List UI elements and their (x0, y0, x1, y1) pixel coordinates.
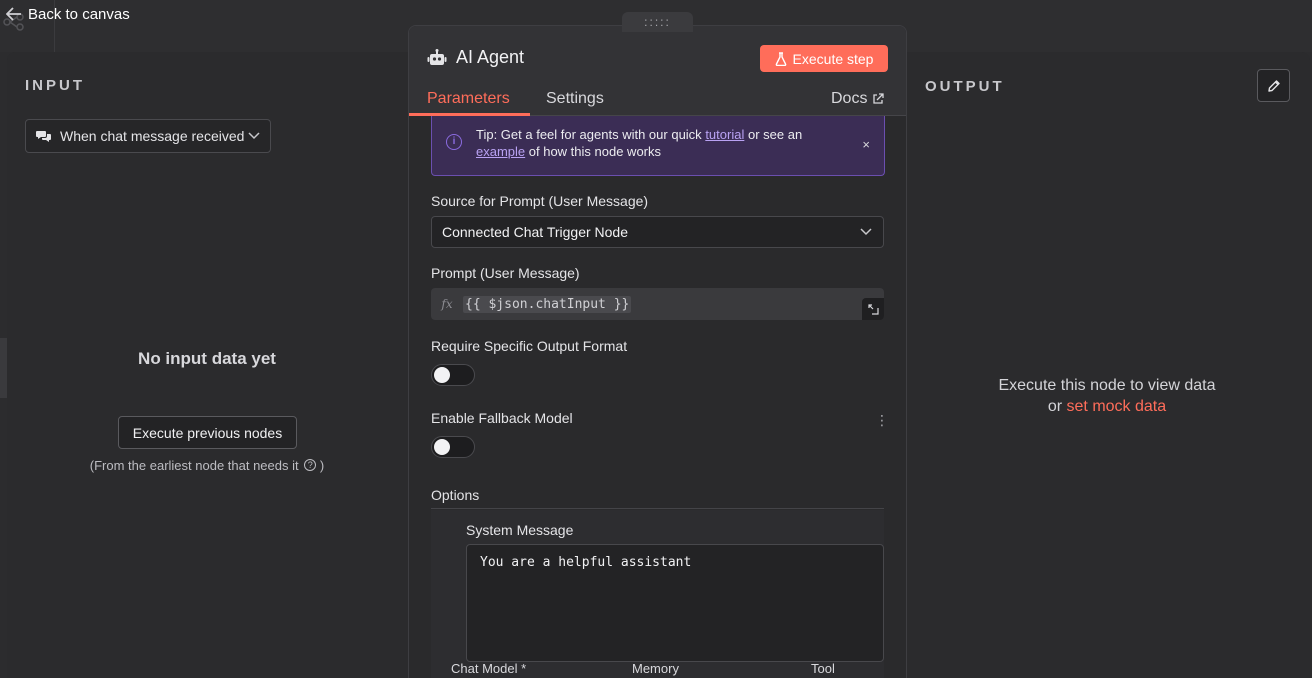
earliest-note-text: (From the earliest node that needs it (89, 458, 299, 473)
output-panel: OUTPUT Execute this node to view data or… (904, 52, 1310, 678)
robot-icon (427, 49, 447, 65)
output-message-line: Execute this node to view data (998, 377, 1216, 394)
node-details-modal: AI Agent Execute step Parameters Setting… (408, 25, 907, 678)
back-label: Back to canvas (28, 5, 130, 23)
back-to-canvas-link[interactable]: Back to canvas (6, 4, 130, 24)
input-panel: INPUT When chat message received No inpu… (7, 52, 412, 678)
example-link[interactable]: example (476, 144, 525, 159)
chevron-down-icon (248, 132, 260, 140)
execute-previous-nodes-button[interactable]: Execute previous nodes (118, 416, 297, 449)
fallback-label: Enable Fallback Model (431, 410, 573, 426)
source-prompt-value: Connected Chat Trigger Node (442, 224, 628, 240)
output-or-text: or (1047, 398, 1063, 415)
toggle-knob (434, 367, 450, 383)
chat-bubbles-icon (36, 131, 51, 142)
input-node-select[interactable]: When chat message received (25, 119, 271, 153)
prompt-label: Prompt (User Message) (431, 265, 580, 281)
memory-connector[interactable]: Memory (632, 661, 679, 676)
external-link-icon (873, 93, 885, 104)
tip-banner: i Tip: Get a feel for agents with our qu… (431, 116, 885, 176)
chat-model-connector[interactable]: Chat Model * (451, 661, 526, 676)
source-prompt-label: Source for Prompt (User Message) (431, 193, 649, 209)
pencil-icon (1267, 79, 1280, 92)
tab-parameters[interactable]: Parameters (427, 90, 510, 108)
docs-label: Docs (831, 90, 868, 107)
node-title: AI Agent (456, 47, 525, 67)
modal-header: AI Agent Execute step Parameters Setting… (409, 26, 906, 116)
options-block: System Message You are a helpful assista… (431, 510, 884, 678)
input-node-select-value: When chat message received (60, 128, 245, 144)
divider (431, 508, 884, 509)
open-editor-icon (867, 303, 879, 315)
parameters-body: i Tip: Get a feel for agents with our qu… (409, 116, 906, 678)
flask-icon (775, 51, 786, 66)
earliest-node-note: (From the earliest node that needs it ? … (7, 458, 407, 473)
input-panel-title: INPUT (25, 77, 85, 94)
help-icon[interactable]: ? (304, 459, 317, 471)
toggle-knob (434, 439, 450, 455)
system-message-textarea[interactable]: You are a helpful assistant (466, 544, 884, 662)
tip-prefix: Tip: Get a feel for agents with our quic… (476, 127, 702, 142)
close-icon[interactable]: × (862, 136, 870, 153)
set-mock-data-link[interactable]: set mock data (1067, 398, 1167, 415)
output-empty-message: Execute this node to view data or set mo… (904, 375, 1310, 417)
tutorial-link[interactable]: tutorial (705, 127, 744, 142)
tool-connector[interactable]: Tool (811, 661, 835, 676)
tip-text: Tip: Get a feel for agents with our quic… (476, 126, 846, 160)
chevron-down-icon (860, 228, 872, 236)
arrow-left-icon (6, 7, 21, 21)
source-prompt-select[interactable]: Connected Chat Trigger Node (431, 216, 884, 248)
fallback-toggle[interactable] (431, 436, 475, 458)
require-output-label: Require Specific Output Format (431, 338, 628, 354)
system-message-label: System Message (466, 522, 574, 538)
edit-output-button[interactable] (1257, 69, 1290, 102)
tip-middle: or see an (747, 127, 803, 142)
prompt-expression: {{ $json.chatInput }} (463, 295, 632, 313)
expand-icon[interactable] (862, 298, 884, 320)
execute-step-button[interactable]: Execute step (760, 45, 888, 72)
tip-suffix: of how this node works (528, 144, 661, 159)
options-label: Options (431, 487, 480, 503)
no-input-title: No input data yet (138, 349, 276, 368)
execute-step-label: Execute step (792, 50, 874, 67)
tab-settings[interactable]: Settings (546, 90, 604, 108)
modal-drag-handle[interactable]: ::::: (622, 12, 693, 32)
earliest-note-end: ) (319, 458, 325, 473)
docs-link[interactable]: Docs (831, 90, 885, 108)
fx-icon: fx (441, 297, 453, 311)
info-icon: i (446, 134, 462, 150)
output-panel-title: OUTPUT (925, 78, 1005, 95)
prompt-expression-field[interactable]: fx {{ $json.chatInput }} (431, 288, 884, 320)
more-options-icon[interactable]: ⋮ (875, 412, 889, 429)
require-output-toggle[interactable] (431, 364, 475, 386)
